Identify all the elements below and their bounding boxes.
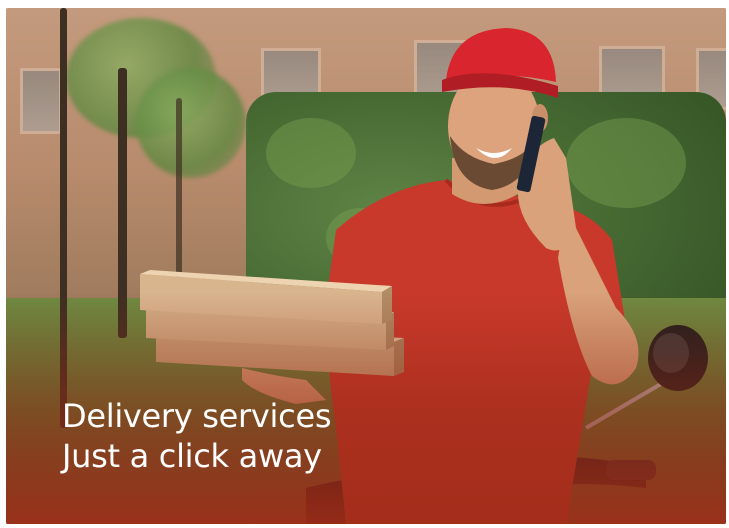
hero-caption: Delivery services Just a click away bbox=[62, 396, 332, 476]
hero-image: Delivery services Just a click away bbox=[6, 8, 726, 524]
caption-line-1: Delivery services bbox=[62, 397, 332, 435]
caption-line-2: Just a click away bbox=[62, 437, 322, 475]
